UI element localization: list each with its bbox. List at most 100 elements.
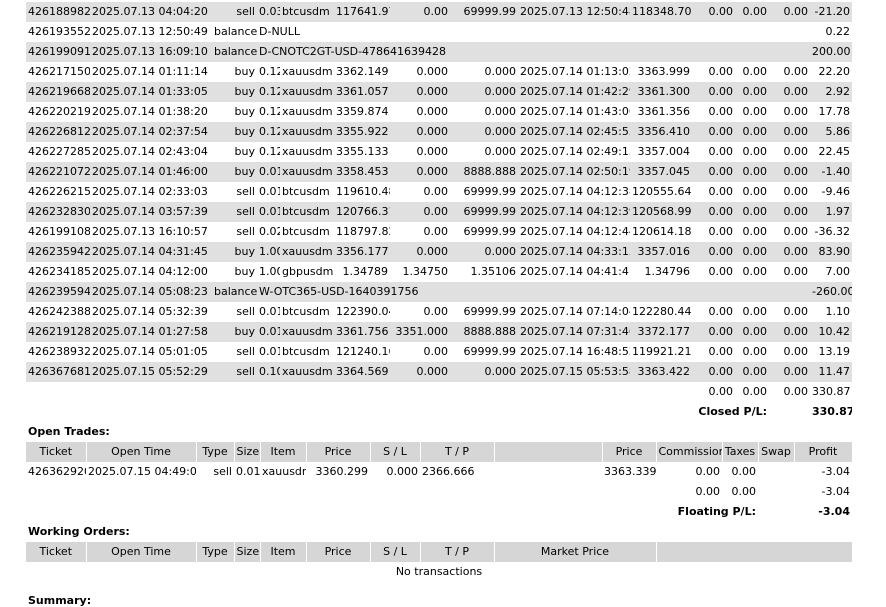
- open-totals-row: 0.00 0.00 -3.04: [26, 482, 852, 502]
- sl-cell: 0.000: [390, 82, 450, 102]
- column-header: Price: [602, 442, 657, 462]
- column-header: Price: [306, 442, 371, 462]
- item-cell: xauusdm: [280, 322, 334, 342]
- swap-cell: 0.00: [769, 322, 810, 342]
- spacer: [758, 502, 794, 522]
- floating-pl-row: Floating P/L: -3.04: [26, 502, 852, 522]
- column-header: Profit: [794, 442, 853, 462]
- ticket-cell: 426238932: [28, 345, 90, 358]
- open-time-cell: 2025.07.14 03:57:39: [90, 202, 212, 222]
- tp-cell: 0.000: [484, 65, 517, 78]
- swap-cell: 0.00: [783, 145, 809, 158]
- type-cell: sell: [236, 345, 255, 358]
- size-cell: 1.00: [257, 242, 280, 262]
- empty-row: No transactions: [26, 562, 852, 582]
- price-cell: 3355.133: [336, 145, 389, 158]
- spacer: [758, 482, 794, 502]
- column-header: Type: [196, 542, 235, 562]
- column-header: Commission: [656, 442, 723, 462]
- price-cell: 3356.177: [334, 242, 390, 262]
- profit-cell: 11.47: [810, 362, 852, 382]
- type-cell: buy: [212, 162, 257, 182]
- taxes-cell: 0.00: [742, 185, 768, 198]
- taxes-cell: 0.00: [742, 345, 768, 358]
- commission-cell: 0.00: [692, 242, 735, 262]
- column-header: Open Time: [86, 542, 197, 562]
- column-header: T / P: [420, 542, 495, 562]
- closed-pl-value: 330.87: [812, 405, 852, 418]
- commission-cell: 0.00: [692, 2, 735, 22]
- table-row: 4262210722025.07.14 01:46:00buy0.01xauus…: [26, 162, 852, 182]
- price-cell: 3361.057: [334, 82, 390, 102]
- table-row: 426362920 2025.07.15 04:49:05 sell 0.01 xauu…: [26, 462, 852, 482]
- taxes-cell: 0.00: [742, 145, 768, 158]
- column-header: [656, 542, 853, 562]
- type-cell: sell: [236, 305, 255, 318]
- close-price-cell: 1.34796: [644, 265, 691, 278]
- open-time-cell: 2025.07.15 04:49:05: [88, 465, 196, 478]
- item-cell: xauusdm: [282, 65, 333, 78]
- close-time-cell: 2025.07.14 04:12:44: [520, 225, 630, 238]
- price-cell: 120766.31: [334, 202, 390, 222]
- sl-cell: 0.00: [423, 225, 449, 238]
- total-taxes: 0.00: [731, 485, 757, 498]
- close-price-cell: 3363.999: [637, 65, 691, 78]
- open-time-cell: 2025.07.14 02:43:04: [92, 145, 208, 158]
- column-header: Market Price: [494, 542, 657, 562]
- profit-cell: 5.86: [810, 122, 852, 142]
- size-cell: 0.02: [259, 225, 280, 238]
- column-header: Size: [234, 542, 261, 562]
- ticket-cell: 426217150: [28, 65, 90, 78]
- price-cell: 119610.48: [336, 185, 390, 198]
- column-header: Size: [234, 442, 261, 462]
- sl-cell: 3351.000: [390, 322, 450, 342]
- floating-pl-label: Floating P/L:: [677, 505, 756, 518]
- open-time-cell: 2025.07.14 04:12:00: [92, 265, 208, 278]
- taxes-cell: 0.00: [742, 225, 768, 238]
- table-row: 4262262152025.07.14 02:33:03 sell 0.01btcu…: [26, 182, 852, 202]
- type-cell: sell: [212, 2, 257, 22]
- tp-cell: 69999.99: [463, 345, 517, 358]
- size-cell: 0.01: [257, 202, 280, 222]
- close-price-cell: 120555.64: [632, 185, 692, 198]
- swap-cell: 0.00: [769, 362, 810, 382]
- taxes-cell: 0.00: [735, 202, 769, 222]
- profit-cell: -1.40: [810, 162, 852, 182]
- item-cell: xauusdm: [282, 105, 333, 118]
- price-cell: 122390.04: [336, 305, 390, 318]
- tp-cell: 0.000: [484, 105, 517, 118]
- close-price-cell: 120568.99: [630, 202, 692, 222]
- table-row: 4262341852025.07.14 04:12:00 buy 1.00gbpus…: [26, 262, 852, 282]
- sl-cell: 0.000: [390, 162, 450, 182]
- size-cell: 0.01: [257, 322, 280, 342]
- total-taxes: 0.00: [742, 385, 768, 398]
- size-cell: 0.01: [259, 185, 280, 198]
- item-cell: btcusdm: [282, 185, 330, 198]
- close-price-cell: 3363.422: [630, 362, 692, 382]
- column-header: Taxes: [722, 442, 759, 462]
- total-commission: 0.00: [695, 485, 721, 498]
- tp-cell: 2366.666: [422, 465, 475, 478]
- open-time-cell: 2025.07.14 01:46:00: [90, 162, 212, 182]
- swap-cell: 0.00: [769, 122, 810, 142]
- table-row: 4262202192025.07.14 01:38:20 buy 0.12xauus…: [26, 102, 852, 122]
- tp-cell: 69999.99: [463, 185, 517, 198]
- taxes-cell: 0.00: [735, 2, 769, 22]
- taxes-cell: 0.00: [735, 122, 769, 142]
- type-cell: sell: [236, 225, 255, 238]
- price-cell: 3364.569: [334, 362, 390, 382]
- type-cell: buy: [234, 265, 255, 278]
- price-cell: 3362.149: [336, 65, 389, 78]
- type-cell: sell: [212, 362, 257, 382]
- sl-cell: 0.000: [386, 465, 419, 478]
- close-time-cell: 2025.07.14 07:14:04: [520, 305, 630, 318]
- close-time-cell: 2025.07.14 01:43:06: [520, 105, 630, 118]
- open-trades-table: Ticket Open Time Type Size Item Price S / LT /…: [26, 442, 853, 522]
- table-row: 4262196682025.07.14 01:33:05buy0.12xauus…: [26, 82, 852, 102]
- close-price-cell: 3357.004: [637, 145, 691, 158]
- open-time-cell: 2025.07.14 05:01:05: [92, 345, 208, 358]
- close-time-cell: 2025.07.13 12:50:48: [518, 2, 630, 22]
- close-time-cell: 2025.07.14 02:49:15: [520, 145, 630, 158]
- type-cell: balance: [212, 42, 257, 62]
- price-cell: 3361.756: [334, 322, 390, 342]
